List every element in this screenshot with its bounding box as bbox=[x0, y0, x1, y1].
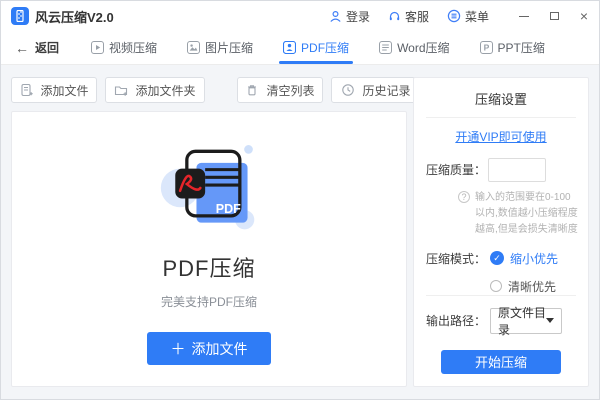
drop-zone[interactable]: PDF PDF压缩 完美支持PDF压缩 ＋ 添加文件 bbox=[11, 111, 407, 387]
minimize-button[interactable] bbox=[517, 9, 531, 23]
tab-video-compress[interactable]: 视频压缩 bbox=[91, 31, 157, 64]
mode-label: 压缩模式： bbox=[426, 250, 486, 267]
tab-ppt-compress[interactable]: P PPT压缩 bbox=[480, 31, 545, 64]
tab-label: 视频压缩 bbox=[109, 39, 157, 56]
radio-unchecked-icon bbox=[490, 280, 502, 292]
trash-icon bbox=[245, 83, 259, 97]
tab-label: PPT压缩 bbox=[498, 39, 545, 56]
pdf-document-illustration: PDF bbox=[156, 133, 262, 239]
support-label: 客服 bbox=[405, 8, 429, 25]
headset-icon bbox=[388, 10, 401, 23]
add-file-button[interactable]: 添加文件 bbox=[11, 77, 97, 103]
clear-list-label: 清空列表 bbox=[266, 82, 314, 99]
drop-zone-title: PDF压缩 bbox=[162, 251, 255, 283]
quality-hint: ? 输入的范围要在0-100以内,数值越小压缩程度越高,但是会损失清晰度 bbox=[414, 190, 588, 238]
caret-down-icon bbox=[546, 318, 554, 323]
clock-icon bbox=[341, 83, 355, 97]
mode-option-shrink[interactable]: ✓ 缩小优先 bbox=[490, 250, 558, 267]
app-logo-icon bbox=[11, 7, 29, 25]
quality-hint-text: 输入的范围要在0-100以内,数值越小压缩程度越高,但是会损失清晰度 bbox=[475, 190, 578, 238]
file-plus-icon bbox=[19, 83, 33, 97]
close-button[interactable]: × bbox=[577, 9, 591, 23]
question-icon: ? bbox=[458, 191, 470, 203]
back-arrow-icon: ← bbox=[15, 40, 29, 56]
tab-label: 图片压缩 bbox=[205, 39, 253, 56]
add-folder-button[interactable]: 添加文件夹 bbox=[105, 77, 205, 103]
mode-option-clarity[interactable]: 清晰优先 bbox=[490, 278, 558, 295]
svg-text:P: P bbox=[483, 43, 489, 53]
content-area: 添加文件 添加文件夹 清空列表 历史记录 PDF bbox=[1, 65, 599, 399]
login-label: 登录 bbox=[346, 8, 370, 25]
add-folder-label: 添加文件夹 bbox=[135, 82, 195, 99]
settings-panel: 压缩设置 开通VIP即可使用 压缩质量： ? 输入的范围要在0-100以内,数值… bbox=[413, 77, 589, 387]
divider bbox=[426, 117, 576, 118]
output-row: 输出路径： 原文件目录 bbox=[414, 308, 588, 334]
app-title: 风云压缩V2.0 bbox=[35, 7, 114, 26]
quality-input[interactable] bbox=[488, 158, 546, 182]
settings-title: 压缩设置 bbox=[414, 78, 588, 117]
maximize-button[interactable] bbox=[547, 9, 561, 23]
tab-label: PDF压缩 bbox=[301, 39, 349, 56]
tab-word-compress[interactable]: Word压缩 bbox=[379, 31, 449, 64]
menu-label: 菜单 bbox=[465, 8, 489, 25]
plus-icon: ＋ bbox=[170, 338, 185, 359]
word-icon bbox=[379, 41, 392, 54]
history-label: 历史记录 bbox=[362, 82, 410, 99]
clear-list-button[interactable]: 清空列表 bbox=[237, 77, 323, 103]
title-bar: 风云压缩V2.0 登录 客服 菜单 × bbox=[1, 1, 599, 31]
quality-row: 压缩质量： bbox=[414, 158, 588, 182]
tab-label: Word压缩 bbox=[397, 39, 449, 56]
pdf-icon bbox=[283, 41, 296, 54]
menu-button[interactable]: 菜单 bbox=[447, 8, 489, 25]
app-window: 风云压缩V2.0 登录 客服 菜单 × ← 返回 bbox=[0, 0, 600, 400]
history-button[interactable]: 历史记录 bbox=[331, 77, 421, 103]
add-file-main-label: 添加文件 bbox=[192, 339, 248, 359]
support-button[interactable]: 客服 bbox=[388, 8, 429, 25]
back-label: 返回 bbox=[35, 39, 59, 56]
output-path-value: 原文件目录 bbox=[498, 304, 546, 338]
add-file-label: 添加文件 bbox=[40, 82, 88, 99]
folder-plus-icon bbox=[114, 83, 128, 97]
tab-bar: ← 返回 视频压缩 图片压缩 PDF压缩 Word压缩 P PPT压缩 bbox=[1, 31, 599, 65]
svg-text:PDF: PDF bbox=[216, 202, 241, 216]
back-button[interactable]: ← 返回 bbox=[15, 31, 59, 64]
image-icon bbox=[187, 41, 200, 54]
tab-pdf-compress[interactable]: PDF压缩 bbox=[283, 31, 349, 64]
vip-link[interactable]: 开通VIP即可使用 bbox=[414, 128, 588, 145]
add-file-main-button[interactable]: ＋ 添加文件 bbox=[147, 332, 271, 365]
drop-zone-subtitle: 完美支持PDF压缩 bbox=[161, 293, 257, 310]
start-compress-button[interactable]: 开始压缩 bbox=[441, 350, 561, 374]
quality-label: 压缩质量： bbox=[426, 161, 486, 178]
tab-image-compress[interactable]: 图片压缩 bbox=[187, 31, 253, 64]
radio-checked-icon: ✓ bbox=[490, 251, 504, 265]
login-button[interactable]: 登录 bbox=[329, 8, 370, 25]
user-icon bbox=[329, 10, 342, 23]
output-path-select[interactable]: 原文件目录 bbox=[490, 308, 562, 334]
mode-option-label: 缩小优先 bbox=[510, 250, 558, 267]
video-icon bbox=[91, 41, 104, 54]
mode-row: 压缩模式： ✓ 缩小优先 清晰优先 bbox=[414, 250, 588, 295]
ppt-icon: P bbox=[480, 41, 493, 54]
mode-option-label: 清晰优先 bbox=[508, 278, 556, 295]
divider bbox=[426, 295, 576, 296]
output-label: 输出路径： bbox=[426, 312, 486, 329]
menu-icon bbox=[447, 9, 461, 23]
